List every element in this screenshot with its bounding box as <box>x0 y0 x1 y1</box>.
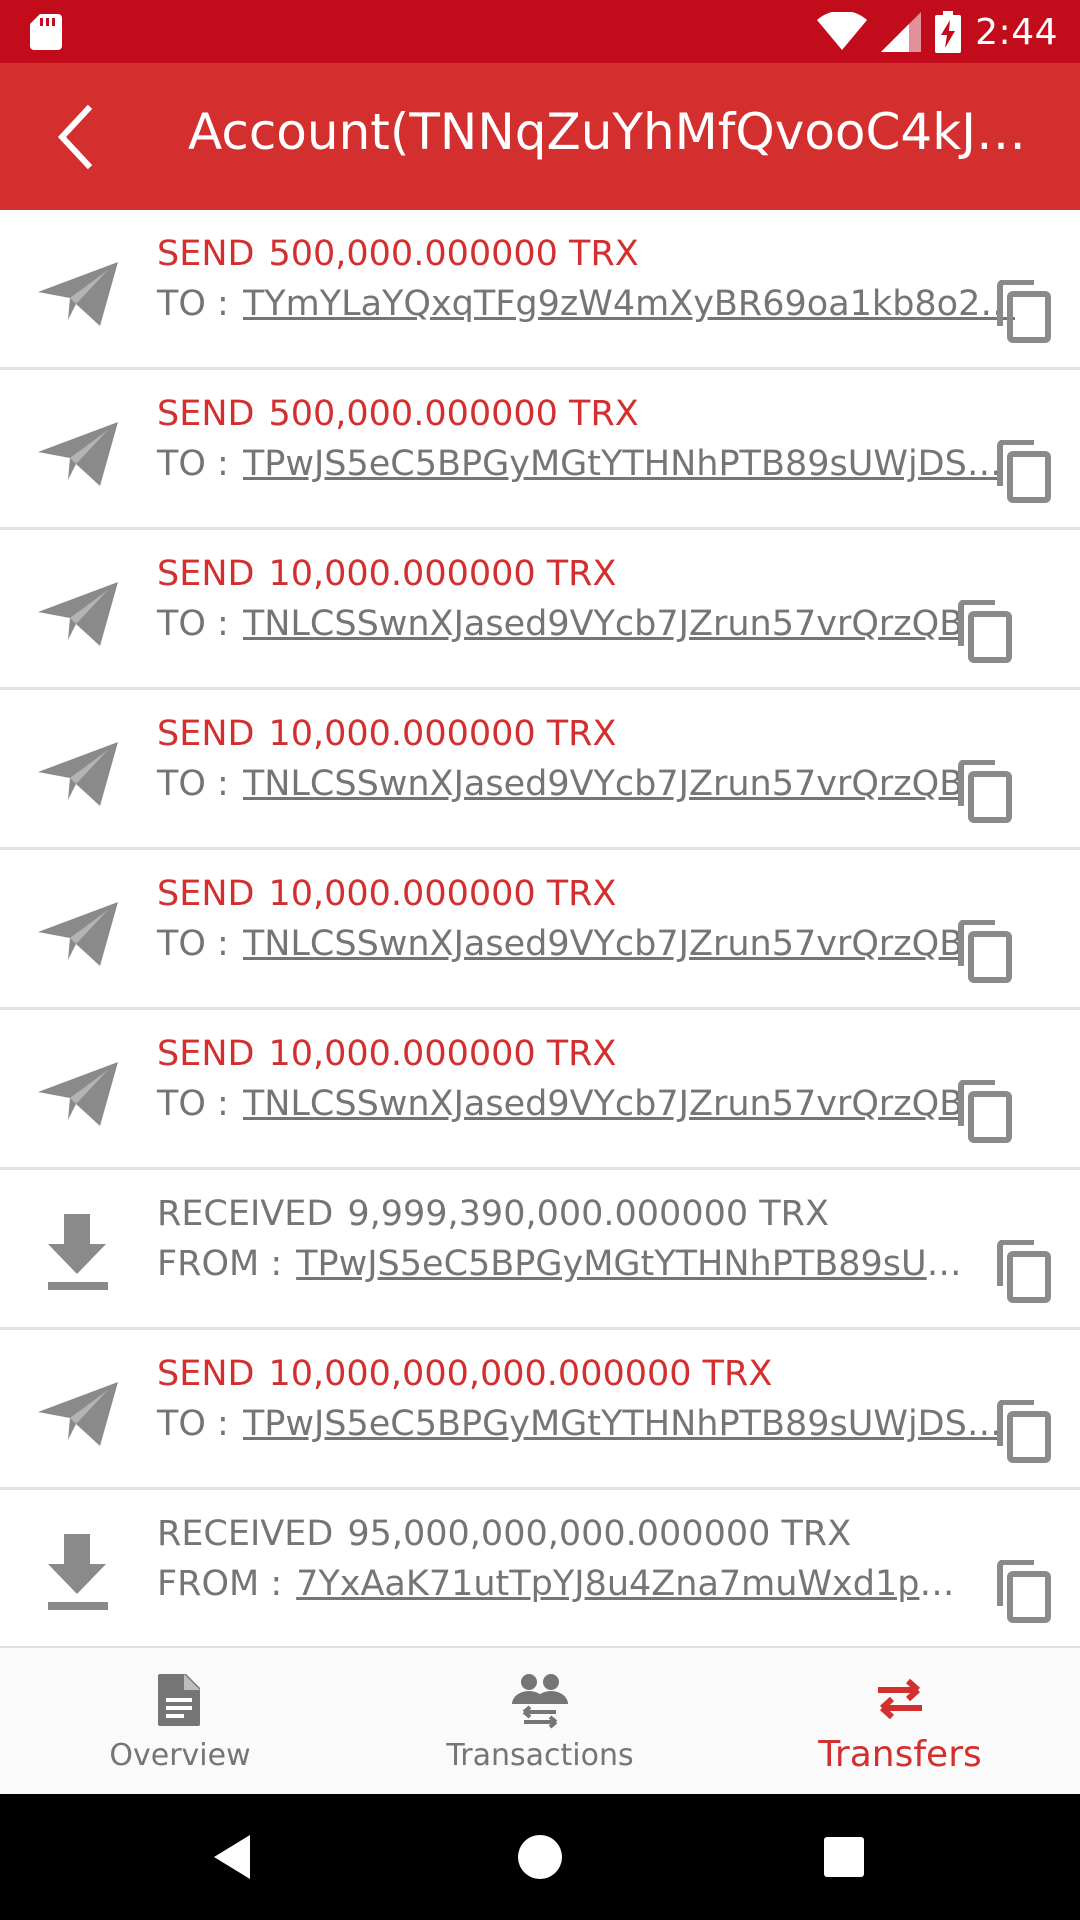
page-title: Account(TNNqZuYhMfQvooC4kJw… <box>188 103 1048 161</box>
transfer-address-link[interactable]: TNLCSSwnXJased9VYcb7JZrun57vrQrzQB <box>243 604 963 644</box>
sd-card-icon <box>30 14 62 50</box>
tab-label: Transactions <box>446 1738 634 1773</box>
transfer-amount: 500,000.000000 TRX <box>268 234 639 274</box>
copy-icon[interactable] <box>994 440 1052 504</box>
transfer-direction: TO : <box>157 1084 229 1124</box>
transfer-kind: SEND <box>157 394 255 434</box>
transfer-list[interactable]: SEND 500,000.000000 TRX TO : TYmYLaYQxqTFg… <box>0 210 1080 1646</box>
transfer-direction: FROM : <box>157 1244 283 1284</box>
transfer-row[interactable]: SEND 10,000.000000 TRX TO : TNLCSSwnXJased… <box>0 530 1080 690</box>
send-plane-icon <box>38 902 118 966</box>
transfer-address-link[interactable]: TNLCSSwnXJased9VYcb7JZrun57vrQrzQB <box>243 764 963 804</box>
transfer-row[interactable]: SEND 10,000.000000 TRX TO : TNLCSSwnXJased… <box>0 690 1080 850</box>
transfer-address-link[interactable]: TNLCSSwnXJased9VYcb7JZrun57vrQrzQB <box>243 924 963 964</box>
home-circle-icon[interactable] <box>510 1827 570 1887</box>
back-triangle-icon[interactable] <box>206 1827 266 1887</box>
transfer-address-link[interactable]: TYmYLaYQxqTFg9zW4mXyBR69oa1kb8o2… <box>243 284 1016 324</box>
copy-icon[interactable] <box>955 760 1013 824</box>
transfer-kind: SEND <box>157 1034 255 1074</box>
signal-icon <box>881 12 922 52</box>
transfer-row[interactable]: SEND 10,000.000000 TRX TO : TNLCSSwnXJased… <box>0 850 1080 1010</box>
copy-icon[interactable] <box>994 1560 1052 1624</box>
download-icon <box>48 1534 108 1610</box>
send-plane-icon <box>38 1062 118 1126</box>
transfer-kind: SEND <box>157 874 255 914</box>
transfer-amount: 9,999,390,000.000000 TRX <box>347 1194 829 1234</box>
transfer-amount: 10,000,000,000.000000 TRX <box>268 1354 773 1394</box>
send-plane-icon <box>38 262 118 326</box>
transfer-row[interactable]: RECEIVED 95,000,000,000.000000 TRX FROM :… <box>0 1490 1080 1646</box>
transfer-kind: RECEIVED <box>157 1194 334 1234</box>
transfer-address-link[interactable]: TNLCSSwnXJased9VYcb7JZrun57vrQrzQB <box>243 1084 963 1124</box>
copy-icon[interactable] <box>955 1080 1013 1144</box>
transfer-kind: SEND <box>157 714 255 754</box>
tab-transactions[interactable]: Transactions <box>360 1648 720 1796</box>
tab-label: Transfers <box>818 1734 982 1775</box>
recents-square-icon[interactable] <box>814 1827 874 1887</box>
transfer-row[interactable]: RECEIVED 9,999,390,000.000000 TRX FROM : T… <box>0 1170 1080 1330</box>
arrow-back-icon[interactable] <box>44 101 116 173</box>
transfer-address-link[interactable]: TPwJS5eC5BPGyMGtYTHNhPTB89sUWjDS… <box>243 1404 1002 1444</box>
people-swap-icon <box>512 1674 568 1729</box>
app-bar: Account(TNNqZuYhMfQvooC4kJw… <box>0 63 1080 210</box>
transfer-amount: 95,000,000,000.000000 TRX <box>347 1514 852 1554</box>
swap-arrows-icon <box>878 1678 922 1720</box>
transfer-direction: TO : <box>157 284 229 324</box>
clock: 2:44 <box>975 11 1058 53</box>
transfer-row[interactable]: SEND 10,000.000000 TRX TO : TNLCSSwnXJased… <box>0 1010 1080 1170</box>
copy-icon[interactable] <box>955 920 1013 984</box>
send-plane-icon <box>38 422 118 486</box>
transfer-address-link[interactable]: TPwJS5eC5BPGyMGtYTHNhPTB89sUWjDS… <box>243 444 1002 484</box>
send-plane-icon <box>38 582 118 646</box>
transfer-kind: SEND <box>157 554 255 594</box>
status-bar: 2:44 <box>0 0 1080 63</box>
document-icon <box>158 1674 200 1726</box>
system-navigation-bar <box>0 1794 1080 1920</box>
copy-icon[interactable] <box>994 1240 1052 1304</box>
battery-charging-icon <box>935 11 962 53</box>
copy-icon[interactable] <box>955 600 1013 664</box>
transfer-direction: TO : <box>157 444 229 484</box>
system-tray: 2:44 <box>817 8 1058 56</box>
transfer-row[interactable]: SEND 500,000.000000 TRX TO : TYmYLaYQxqTFg… <box>0 210 1080 370</box>
send-plane-icon <box>38 742 118 806</box>
download-icon <box>48 1214 108 1290</box>
transfer-kind: SEND <box>157 234 255 274</box>
wifi-icon <box>817 12 868 50</box>
transfer-row[interactable]: SEND 10,000,000,000.000000 TRX TO : TPwJS5… <box>0 1330 1080 1490</box>
transfer-amount: 10,000.000000 TRX <box>268 874 617 914</box>
transfer-direction: TO : <box>157 604 229 644</box>
transfer-amount: 500,000.000000 TRX <box>268 394 639 434</box>
transfer-address-link[interactable]: TPwJS5eC5BPGyMGtYTHNhPTB89sUW… <box>296 1244 981 1284</box>
copy-icon[interactable] <box>994 280 1052 344</box>
transfer-direction: TO : <box>157 764 229 804</box>
transfer-kind: SEND <box>157 1354 255 1394</box>
send-plane-icon <box>38 1382 118 1446</box>
transfer-amount: 10,000.000000 TRX <box>268 554 617 594</box>
transfer-kind: RECEIVED <box>157 1514 334 1554</box>
bottom-navigation: Overview Transactions Transfers <box>0 1646 1080 1794</box>
transfer-direction: FROM : <box>157 1564 283 1604</box>
transfer-amount: 10,000.000000 TRX <box>268 714 617 754</box>
transfer-direction: TO : <box>157 924 229 964</box>
transfer-address-link[interactable]: 7YxAaK71utTpYJ8u4Zna7muWxd1pQwi… <box>296 1564 981 1604</box>
tab-label: Overview <box>109 1738 251 1773</box>
copy-icon[interactable] <box>994 1400 1052 1464</box>
transfer-direction: TO : <box>157 1404 229 1444</box>
tab-transfers[interactable]: Transfers <box>720 1648 1080 1796</box>
tab-overview[interactable]: Overview <box>0 1648 360 1796</box>
transfer-row[interactable]: SEND 500,000.000000 TRX TO : TPwJS5eC5BPGy… <box>0 370 1080 530</box>
transfer-amount: 10,000.000000 TRX <box>268 1034 617 1074</box>
